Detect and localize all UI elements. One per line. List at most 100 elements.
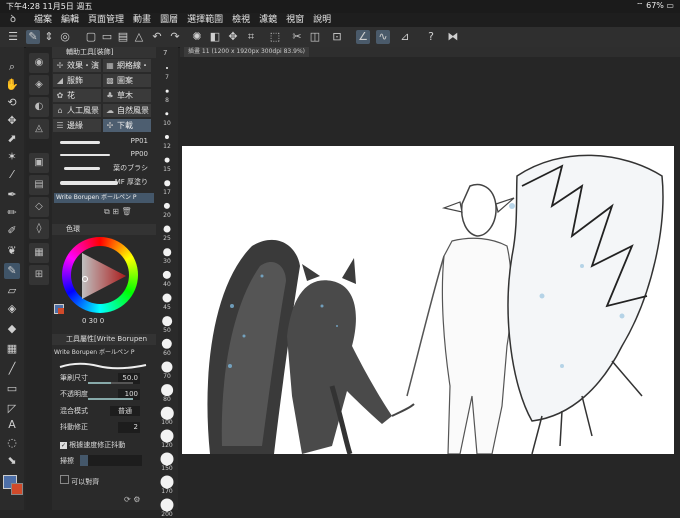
brush-size-preset[interactable]: 120 (160, 429, 174, 449)
subtool-actions[interactable]: ⧉ ⊞ 🗑 (104, 207, 132, 217)
correction-icon[interactable]: ⬊ (4, 453, 20, 469)
flip-icon[interactable]: ⧓ (446, 30, 460, 44)
subtool-panel-icon[interactable]: ◈ (29, 75, 49, 95)
navigator-icon[interactable]: ◉ (29, 53, 49, 73)
brush-size-preset[interactable]: 170 (160, 475, 174, 495)
menu-select[interactable]: 選擇範圍 (187, 14, 223, 26)
brush-size-row[interactable]: 筆刷尺寸 50.0 (60, 373, 152, 385)
opacity-slider[interactable] (88, 398, 133, 400)
menu-view[interactable]: 檢視 (232, 14, 250, 26)
gradient-icon[interactable]: ▦ (4, 341, 20, 357)
selected-brush[interactable]: Write Borupen ボールペン P (54, 193, 154, 203)
eyedropper-icon[interactable]: ⁄ (4, 167, 20, 183)
ruler-icon[interactable]: ⊡ (330, 30, 344, 44)
brush-item[interactable]: MF 厚塗り (54, 176, 152, 188)
app-logo-icon[interactable]: ꝺ (6, 14, 20, 26)
color-triangle[interactable] (76, 253, 126, 299)
menu-page[interactable]: 頁面管理 (88, 14, 124, 26)
tool-icon[interactable]: ✂ (290, 30, 304, 44)
speed-correction-checkbox[interactable]: ✓ (60, 442, 67, 449)
brush-size-preset[interactable]: 17 (160, 176, 174, 196)
texture-select[interactable] (80, 455, 142, 466)
brush-size-preset[interactable]: 150 (160, 452, 174, 472)
ruler-tool-icon[interactable]: ◸ (4, 401, 20, 417)
brush-size-preset[interactable]: 100 (160, 406, 174, 426)
decoration-icon[interactable]: ✎ (4, 263, 20, 279)
group-effect[interactable]: ✢效果・演出 (53, 59, 101, 83)
menu-window[interactable]: 視窗 (286, 14, 304, 26)
pen-icon[interactable]: ⊿ (398, 30, 412, 44)
figure-icon[interactable]: ╱ (4, 361, 20, 377)
stabilization-row[interactable]: 抖動修正 2 (60, 422, 152, 434)
blend-mode-select[interactable]: 普通 (110, 406, 140, 416)
tool-property-icon[interactable]: ◬ (29, 119, 49, 139)
pen-tool-icon[interactable]: ✒ (4, 187, 20, 203)
menu-edit[interactable]: 編輯 (61, 14, 79, 26)
crop-icon[interactable]: ⌗ (244, 30, 258, 44)
balloon-icon[interactable]: ◌ (4, 435, 20, 451)
menu-help[interactable]: 說明 (313, 14, 331, 26)
blend-mode-row[interactable]: 混合模式 普通 (60, 406, 152, 418)
magic-wand-icon[interactable]: ✶ (4, 149, 20, 165)
redo-icon[interactable]: ↷ (168, 30, 182, 44)
brush-size-preset[interactable]: 20 (160, 199, 174, 219)
loading-icon[interactable]: ✺ (190, 30, 204, 44)
opacity-row[interactable]: 不透明度 100 (60, 389, 152, 401)
group-grid[interactable]: ▦網格線・斷 (103, 59, 151, 83)
brush-size-preset[interactable]: 15 (160, 153, 174, 173)
blend-icon[interactable]: ◈ (4, 301, 20, 317)
brush-item[interactable]: PP00 (54, 149, 152, 161)
drawing-canvas[interactable] (182, 146, 674, 454)
sub-color-swatch[interactable] (11, 483, 23, 495)
new-canvas-icon[interactable]: ▢ (84, 30, 98, 44)
export-icon[interactable]: △ (132, 30, 146, 44)
group-flower[interactable]: ✿ 花 (53, 89, 101, 102)
save-icon[interactable]: ▤ (116, 30, 130, 44)
zoom-icon[interactable]: ⌕ (4, 59, 20, 75)
undo-icon[interactable]: ↶ (150, 30, 164, 44)
brush-size-preset[interactable]: 45 (160, 291, 174, 311)
hamburger-icon[interactable]: ☰ (6, 30, 20, 44)
eraser-icon[interactable]: ▱ (4, 283, 20, 299)
curve-icon[interactable]: ∿ (376, 30, 390, 44)
material-icon[interactable]: ◇ (29, 197, 49, 217)
rotate-icon[interactable]: ⟲ (4, 95, 20, 111)
brush-size-preset[interactable]: 40 (160, 268, 174, 288)
layer-property-icon[interactable]: ▤ (29, 175, 49, 195)
color-wheel[interactable] (62, 237, 138, 313)
menu-animation[interactable]: 動畫 (133, 14, 151, 26)
fill-bucket-icon[interactable]: ◆ (4, 321, 20, 337)
sub-color-chip[interactable] (58, 308, 64, 314)
brush-size-preset[interactable]: 80 (160, 383, 174, 403)
view-icon[interactable]: ◎ (58, 30, 72, 44)
brush-size-preset[interactable]: 12 (160, 130, 174, 150)
help-icon[interactable]: ? (424, 30, 438, 44)
group-pattern[interactable]: ▩ 圖案 (103, 74, 151, 87)
snap-row[interactable]: 可以對齊 (60, 475, 152, 487)
brush-size-preset[interactable]: 70 (160, 360, 174, 380)
layer-icon[interactable]: ◫ (308, 30, 322, 44)
brush-size-preset[interactable]: 25 (160, 222, 174, 242)
brush-item[interactable]: 葉のブラシ (54, 162, 152, 174)
brush-size-preset[interactable]: 30 (160, 245, 174, 265)
brush-size-preset[interactable]: 10 (160, 107, 174, 127)
stabilization-value[interactable]: 2 (118, 422, 140, 433)
group-edge[interactable]: ☰ 邊緣 (53, 119, 101, 132)
color-history-icon[interactable]: ◊ (29, 219, 49, 239)
menu-file[interactable]: 檔案 (34, 14, 52, 26)
transform-icon[interactable]: ✥ (226, 30, 240, 44)
search-layer-icon[interactable]: ⊞ (29, 265, 49, 285)
operation-icon[interactable]: ⬈ (4, 131, 20, 147)
menu-layer[interactable]: 圖層 (160, 14, 178, 26)
fill-icon[interactable]: ◧ (208, 30, 222, 44)
group-artificial[interactable]: ⌂ 人工風景 (53, 104, 101, 117)
texture-row[interactable]: 掃擦 (60, 455, 152, 468)
brush-size-preset[interactable]: 60 (160, 337, 174, 357)
open-folder-icon[interactable]: ▭ (100, 30, 114, 44)
group-nature[interactable]: ☁ 自然風景 (103, 104, 151, 117)
brush-mode-icon[interactable]: ✎ (26, 30, 40, 44)
group-plant[interactable]: ♣ 草木 (103, 89, 151, 102)
move-icon[interactable]: ✥ (4, 113, 20, 129)
group-download[interactable]: ✣ 下載 (103, 119, 151, 132)
selection-icon[interactable]: ⬚ (268, 30, 282, 44)
